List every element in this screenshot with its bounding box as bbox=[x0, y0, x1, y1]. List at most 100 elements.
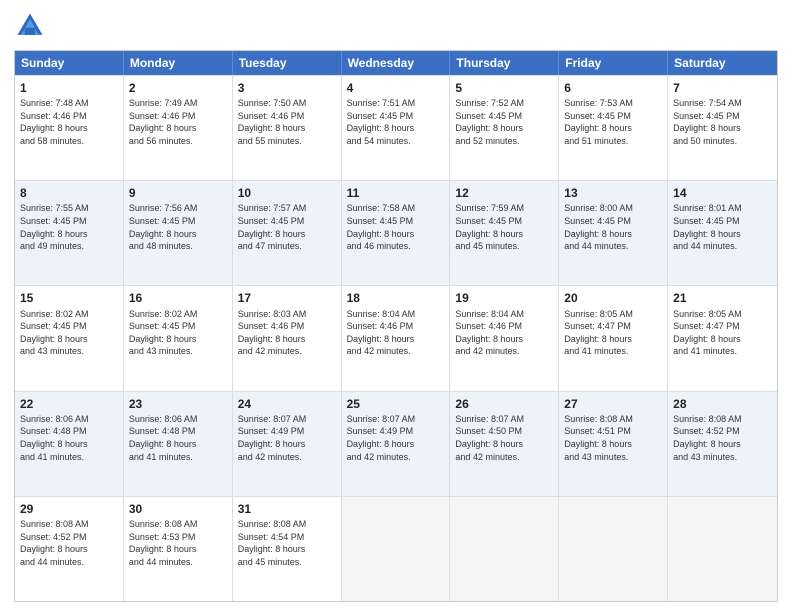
day-number: 5 bbox=[455, 80, 553, 96]
day-number: 18 bbox=[347, 290, 445, 306]
cell-info: Sunrise: 8:05 AMSunset: 4:47 PMDaylight:… bbox=[564, 308, 662, 358]
cell-info: Sunrise: 8:08 AMSunset: 4:51 PMDaylight:… bbox=[564, 413, 662, 463]
day-number: 23 bbox=[129, 396, 227, 412]
cell-info: Sunrise: 8:05 AMSunset: 4:47 PMDaylight:… bbox=[673, 308, 772, 358]
cal-cell bbox=[668, 497, 777, 601]
cal-cell: 4Sunrise: 7:51 AMSunset: 4:45 PMDaylight… bbox=[342, 76, 451, 180]
day-number: 22 bbox=[20, 396, 118, 412]
cell-info: Sunrise: 7:48 AMSunset: 4:46 PMDaylight:… bbox=[20, 97, 118, 147]
cell-info: Sunrise: 8:02 AMSunset: 4:45 PMDaylight:… bbox=[20, 308, 118, 358]
cal-row: 15 Sunrise: 8:02 AMSunset: 4:45 PMDayligh… bbox=[15, 285, 777, 390]
calendar: SundayMondayTuesdayWednesdayThursdayFrid… bbox=[14, 50, 778, 602]
cell-info: Sunrise: 8:04 AMSunset: 4:46 PMDaylight:… bbox=[347, 308, 445, 358]
cal-cell: 21 Sunrise: 8:05 AMSunset: 4:47 PMDayligh… bbox=[668, 286, 777, 390]
cal-cell: 18 Sunrise: 8:04 AMSunset: 4:46 PMDayligh… bbox=[342, 286, 451, 390]
day-number: 30 bbox=[129, 501, 227, 517]
cal-cell bbox=[559, 497, 668, 601]
cell-info: Sunrise: 8:06 AMSunset: 4:48 PMDaylight:… bbox=[129, 413, 227, 463]
cal-cell: 20 Sunrise: 8:05 AMSunset: 4:47 PMDayligh… bbox=[559, 286, 668, 390]
cell-info: Sunrise: 7:52 AMSunset: 4:45 PMDaylight:… bbox=[455, 97, 553, 147]
day-number: 11 bbox=[347, 185, 445, 201]
cal-cell: 9Sunrise: 7:56 AMSunset: 4:45 PMDaylight… bbox=[124, 181, 233, 285]
day-number: 25 bbox=[347, 396, 445, 412]
cal-cell: 12Sunrise: 7:59 AMSunset: 4:45 PMDayligh… bbox=[450, 181, 559, 285]
cal-row: 29Sunrise: 8:08 AMSunset: 4:52 PMDayligh… bbox=[15, 496, 777, 601]
day-number: 20 bbox=[564, 290, 662, 306]
day-number: 6 bbox=[564, 80, 662, 96]
cell-info: Sunrise: 7:51 AMSunset: 4:45 PMDaylight:… bbox=[347, 97, 445, 147]
day-number: 2 bbox=[129, 80, 227, 96]
cal-cell: 14Sunrise: 8:01 AMSunset: 4:45 PMDayligh… bbox=[668, 181, 777, 285]
cell-info: Sunrise: 8:07 AMSunset: 4:50 PMDaylight:… bbox=[455, 413, 553, 463]
cell-info: Sunrise: 7:50 AMSunset: 4:46 PMDaylight:… bbox=[238, 97, 336, 147]
cal-row: 1Sunrise: 7:48 AMSunset: 4:46 PMDaylight… bbox=[15, 75, 777, 180]
cal-cell: 15 Sunrise: 8:02 AMSunset: 4:45 PMDayligh… bbox=[15, 286, 124, 390]
cal-cell: 8Sunrise: 7:55 AMSunset: 4:45 PMDaylight… bbox=[15, 181, 124, 285]
cal-cell bbox=[450, 497, 559, 601]
day-number: 15 bbox=[20, 290, 118, 306]
cal-cell: 26Sunrise: 8:07 AMSunset: 4:50 PMDayligh… bbox=[450, 392, 559, 496]
day-number: 29 bbox=[20, 501, 118, 517]
day-number: 21 bbox=[673, 290, 772, 306]
cal-cell: 3Sunrise: 7:50 AMSunset: 4:46 PMDaylight… bbox=[233, 76, 342, 180]
day-number: 13 bbox=[564, 185, 662, 201]
cal-cell: 11Sunrise: 7:58 AMSunset: 4:45 PMDayligh… bbox=[342, 181, 451, 285]
cal-cell: 19Sunrise: 8:04 AMSunset: 4:46 PMDayligh… bbox=[450, 286, 559, 390]
cal-cell: 27Sunrise: 8:08 AMSunset: 4:51 PMDayligh… bbox=[559, 392, 668, 496]
cal-row: 22Sunrise: 8:06 AMSunset: 4:48 PMDayligh… bbox=[15, 391, 777, 496]
cal-header-day: Saturday bbox=[668, 51, 777, 75]
cal-cell: 17Sunrise: 8:03 AMSunset: 4:46 PMDayligh… bbox=[233, 286, 342, 390]
day-number: 17 bbox=[238, 290, 336, 306]
cal-cell: 25Sunrise: 8:07 AMSunset: 4:49 PMDayligh… bbox=[342, 392, 451, 496]
cal-header-day: Thursday bbox=[450, 51, 559, 75]
cell-info: Sunrise: 7:59 AMSunset: 4:45 PMDaylight:… bbox=[455, 202, 553, 252]
cell-info: Sunrise: 7:56 AMSunset: 4:45 PMDaylight:… bbox=[129, 202, 227, 252]
logo bbox=[14, 10, 50, 42]
day-number: 10 bbox=[238, 185, 336, 201]
cal-cell: 16 Sunrise: 8:02 AMSunset: 4:45 PMDayligh… bbox=[124, 286, 233, 390]
calendar-body: 1Sunrise: 7:48 AMSunset: 4:46 PMDaylight… bbox=[15, 75, 777, 601]
day-number: 12 bbox=[455, 185, 553, 201]
cal-cell: 30Sunrise: 8:08 AMSunset: 4:53 PMDayligh… bbox=[124, 497, 233, 601]
day-number: 3 bbox=[238, 80, 336, 96]
calendar-header: SundayMondayTuesdayWednesdayThursdayFrid… bbox=[15, 51, 777, 75]
day-number: 14 bbox=[673, 185, 772, 201]
day-number: 31 bbox=[238, 501, 336, 517]
logo-icon bbox=[14, 10, 46, 42]
cal-cell: 24Sunrise: 8:07 AMSunset: 4:49 PMDayligh… bbox=[233, 392, 342, 496]
cell-info: Sunrise: 7:55 AMSunset: 4:45 PMDaylight:… bbox=[20, 202, 118, 252]
cal-cell: 13Sunrise: 8:00 AMSunset: 4:45 PMDayligh… bbox=[559, 181, 668, 285]
day-number: 16 bbox=[129, 290, 227, 306]
cell-info: Sunrise: 8:08 AMSunset: 4:54 PMDaylight:… bbox=[238, 518, 336, 568]
cal-cell: 22Sunrise: 8:06 AMSunset: 4:48 PMDayligh… bbox=[15, 392, 124, 496]
day-number: 8 bbox=[20, 185, 118, 201]
day-number: 7 bbox=[673, 80, 772, 96]
day-number: 28 bbox=[673, 396, 772, 412]
cal-cell: 28Sunrise: 8:08 AMSunset: 4:52 PMDayligh… bbox=[668, 392, 777, 496]
cal-header-day: Monday bbox=[124, 51, 233, 75]
cal-cell: 29Sunrise: 8:08 AMSunset: 4:52 PMDayligh… bbox=[15, 497, 124, 601]
day-number: 26 bbox=[455, 396, 553, 412]
day-number: 27 bbox=[564, 396, 662, 412]
cell-info: Sunrise: 8:06 AMSunset: 4:48 PMDaylight:… bbox=[20, 413, 118, 463]
cal-header-day: Friday bbox=[559, 51, 668, 75]
day-number: 24 bbox=[238, 396, 336, 412]
cell-info: Sunrise: 7:49 AMSunset: 4:46 PMDaylight:… bbox=[129, 97, 227, 147]
cal-cell: 31Sunrise: 8:08 AMSunset: 4:54 PMDayligh… bbox=[233, 497, 342, 601]
cell-info: Sunrise: 8:02 AMSunset: 4:45 PMDaylight:… bbox=[129, 308, 227, 358]
cell-info: Sunrise: 8:07 AMSunset: 4:49 PMDaylight:… bbox=[238, 413, 336, 463]
cal-cell: 10Sunrise: 7:57 AMSunset: 4:45 PMDayligh… bbox=[233, 181, 342, 285]
cell-info: Sunrise: 7:53 AMSunset: 4:45 PMDaylight:… bbox=[564, 97, 662, 147]
cell-info: Sunrise: 8:08 AMSunset: 4:52 PMDaylight:… bbox=[20, 518, 118, 568]
page: SundayMondayTuesdayWednesdayThursdayFrid… bbox=[0, 0, 792, 612]
day-number: 9 bbox=[129, 185, 227, 201]
cal-header-day: Tuesday bbox=[233, 51, 342, 75]
cell-info: Sunrise: 7:54 AMSunset: 4:45 PMDaylight:… bbox=[673, 97, 772, 147]
cal-cell: 7Sunrise: 7:54 AMSunset: 4:45 PMDaylight… bbox=[668, 76, 777, 180]
cell-info: Sunrise: 8:08 AMSunset: 4:53 PMDaylight:… bbox=[129, 518, 227, 568]
cal-cell: 5Sunrise: 7:52 AMSunset: 4:45 PMDaylight… bbox=[450, 76, 559, 180]
cell-info: Sunrise: 8:07 AMSunset: 4:49 PMDaylight:… bbox=[347, 413, 445, 463]
cell-info: Sunrise: 8:00 AMSunset: 4:45 PMDaylight:… bbox=[564, 202, 662, 252]
cell-info: Sunrise: 8:08 AMSunset: 4:52 PMDaylight:… bbox=[673, 413, 772, 463]
cell-info: Sunrise: 7:58 AMSunset: 4:45 PMDaylight:… bbox=[347, 202, 445, 252]
